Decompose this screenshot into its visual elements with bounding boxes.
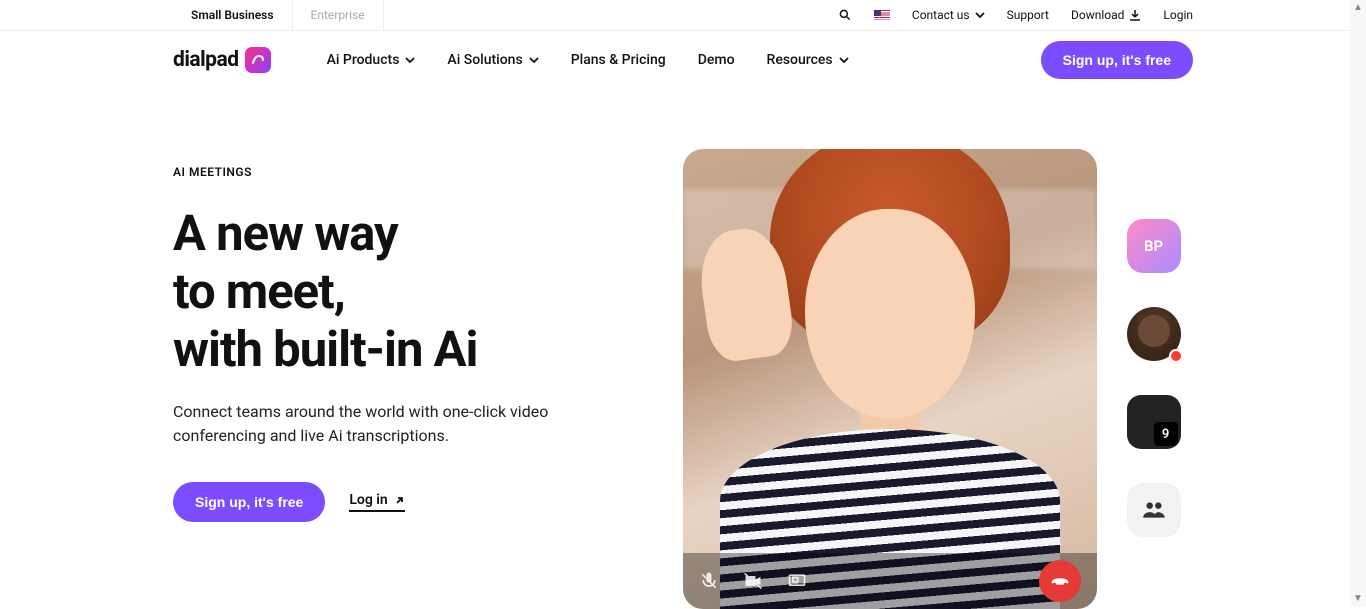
- nav-resources-label: Resources: [767, 52, 833, 68]
- participant-initials-thumb[interactable]: BP: [1127, 219, 1181, 273]
- chevron-down-icon: [529, 57, 539, 63]
- mic-muted-icon[interactable]: [699, 571, 719, 591]
- participant-grid-thumb[interactable]: 9: [1127, 395, 1181, 449]
- download-icon: [1129, 9, 1141, 21]
- camera-off-icon[interactable]: [743, 571, 763, 591]
- nav-resources[interactable]: Resources: [767, 52, 849, 68]
- participants-list-thumb[interactable]: [1127, 483, 1181, 537]
- chevron-down-icon: [839, 57, 849, 63]
- nav-ai-products[interactable]: Ai Products: [327, 52, 416, 68]
- logo-text: dialpad: [173, 48, 239, 72]
- video-preview: [683, 149, 1097, 609]
- participant-count-badge: 9: [1154, 422, 1178, 446]
- chevron-down-icon: [405, 57, 415, 63]
- hero-eyebrow: AI MEETINGS: [173, 165, 663, 179]
- hero-subhead: Connect teams around the world with one-…: [173, 400, 553, 448]
- download-link[interactable]: Download: [1071, 8, 1141, 22]
- nav-plans-pricing[interactable]: Plans & Pricing: [571, 52, 666, 68]
- nav-ai-products-label: Ai Products: [327, 52, 400, 68]
- segment-enterprise[interactable]: Enterprise: [293, 0, 384, 30]
- people-icon: [1141, 497, 1167, 523]
- nav-demo[interactable]: Demo: [698, 52, 735, 68]
- login-link[interactable]: Login: [1163, 8, 1193, 22]
- hero-headline: A new way to meet, with built-in Ai: [173, 205, 663, 378]
- logo-badge-icon: [245, 47, 271, 73]
- contact-us-label: Contact us: [912, 8, 970, 22]
- signup-button[interactable]: Sign up, it's free: [1041, 41, 1193, 79]
- segment-small-business[interactable]: Small Business: [173, 0, 293, 30]
- download-label: Download: [1071, 8, 1124, 22]
- contact-us-link[interactable]: Contact us: [912, 8, 985, 22]
- hero-login-label: Log in: [349, 492, 387, 508]
- screenshare-icon[interactable]: [787, 571, 807, 591]
- nav-ai-solutions[interactable]: Ai Solutions: [447, 52, 538, 68]
- participant-avatar-thumb[interactable]: [1127, 307, 1181, 361]
- hero-login-link[interactable]: Log in: [349, 492, 404, 512]
- scrollbar[interactable]: ▲ ▼: [1350, 0, 1366, 607]
- scroll-down-icon[interactable]: ▼: [1352, 593, 1364, 605]
- video-controls: [683, 553, 1097, 609]
- end-call-button[interactable]: [1039, 560, 1081, 602]
- logo[interactable]: dialpad: [173, 47, 271, 73]
- external-link-icon: [394, 495, 405, 506]
- search-icon[interactable]: [838, 8, 852, 22]
- recording-indicator-icon: [1169, 349, 1183, 363]
- scroll-up-icon[interactable]: ▲: [1352, 2, 1364, 14]
- hero-signup-button[interactable]: Sign up, it's free: [173, 482, 325, 522]
- chevron-down-icon: [975, 12, 985, 18]
- locale-flag-icon[interactable]: [874, 10, 890, 21]
- nav-ai-solutions-label: Ai Solutions: [447, 52, 522, 68]
- support-link[interactable]: Support: [1007, 8, 1049, 22]
